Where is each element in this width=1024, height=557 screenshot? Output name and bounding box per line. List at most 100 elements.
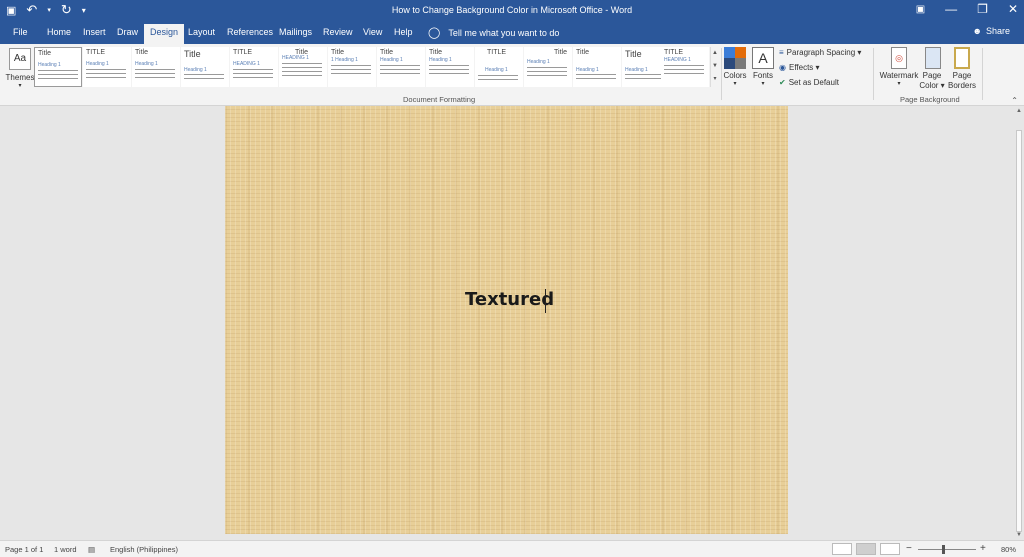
chevron-down-icon: ▾ bbox=[18, 83, 22, 89]
style-set-item[interactable]: Title Heading 1 bbox=[426, 47, 474, 87]
themes-button[interactable]: Aa Themes ▾ bbox=[5, 46, 35, 98]
scroll-up-icon[interactable]: ▲ bbox=[1016, 108, 1022, 114]
colors-icon bbox=[724, 47, 746, 69]
document-text[interactable]: Textured bbox=[465, 289, 554, 310]
check-icon: ✔ bbox=[779, 78, 786, 87]
chevron-down-icon: ▾ bbox=[761, 81, 765, 87]
style-set-title: TITLE bbox=[664, 49, 684, 56]
vertical-scrollbar[interactable]: ▲ ▼ bbox=[1014, 106, 1024, 540]
read-mode-view-button[interactable] bbox=[832, 543, 852, 555]
paragraph-spacing-button[interactable]: ≡ Paragraph Spacing ▾ bbox=[779, 48, 861, 57]
tab-file[interactable]: File bbox=[13, 27, 28, 37]
style-set-title: Title bbox=[331, 49, 344, 56]
tell-me-search[interactable]: ◯ Tell me what you want to do bbox=[428, 26, 559, 39]
ribbon-display-options-icon[interactable]: ▣ bbox=[916, 4, 925, 15]
page-color-icon bbox=[925, 47, 941, 69]
person-icon: ☻ bbox=[972, 26, 982, 36]
print-layout-view-button[interactable] bbox=[856, 543, 876, 555]
style-set-item[interactable]: TITLE HEADING 1 bbox=[661, 47, 709, 87]
style-set-heading: HEADING 1 bbox=[233, 61, 260, 67]
style-set-title: TITLE bbox=[86, 49, 106, 56]
colors-button[interactable]: Colors ▾ bbox=[722, 47, 748, 87]
restore-button[interactable]: ❐ bbox=[977, 2, 988, 16]
tab-design[interactable]: Design bbox=[144, 24, 185, 44]
style-set-item[interactable]: Title Heading 1 bbox=[573, 47, 621, 87]
tab-mailings[interactable]: Mailings bbox=[279, 27, 312, 37]
chevron-down-icon[interactable]: ▼ bbox=[711, 60, 719, 73]
language-indicator[interactable]: English (Philippines) bbox=[110, 545, 178, 554]
tab-help[interactable]: Help bbox=[394, 27, 413, 37]
style-set-heading: Heading 1 bbox=[429, 57, 452, 63]
scroll-thumb[interactable] bbox=[1016, 130, 1022, 532]
style-set-item[interactable]: Title 1 Heading 1 bbox=[328, 47, 376, 87]
fonts-label: Fonts bbox=[752, 71, 773, 80]
style-set-item[interactable]: TITLE Heading 1 bbox=[83, 47, 131, 87]
set-as-default-button[interactable]: ✔ Set as Default bbox=[779, 78, 839, 87]
tab-insert[interactable]: Insert bbox=[83, 27, 106, 37]
watermark-icon: ◎ bbox=[891, 47, 907, 69]
lightbulb-icon: ◯ bbox=[428, 27, 441, 39]
style-set-heading: Heading 1 bbox=[380, 57, 403, 63]
style-set-item[interactable]: Title Heading 1 bbox=[181, 47, 229, 87]
collapse-ribbon-icon[interactable]: ⌃ bbox=[1011, 96, 1018, 105]
share-button[interactable]: ☻ Share bbox=[972, 26, 1010, 36]
zoom-level[interactable]: 80% bbox=[1001, 545, 1016, 554]
page-borders-icon bbox=[954, 47, 970, 69]
style-set-item[interactable]: TITLE Heading 1 bbox=[475, 47, 523, 87]
page-background-label: Page Background bbox=[900, 95, 960, 104]
style-set-title: Title bbox=[554, 49, 567, 56]
style-set-heading: HEADING 1 bbox=[664, 57, 691, 63]
style-set-heading: Heading 1 bbox=[527, 59, 550, 65]
document-page[interactable]: Textured bbox=[225, 106, 788, 534]
web-layout-view-button[interactable] bbox=[880, 543, 900, 555]
tab-references[interactable]: References bbox=[227, 27, 273, 37]
style-set-title: Title bbox=[38, 50, 51, 57]
style-set-heading: HEADING 1 bbox=[282, 55, 309, 61]
tab-view[interactable]: View bbox=[363, 27, 382, 37]
gallery-more-icon[interactable]: ▾ bbox=[711, 73, 719, 86]
page-count[interactable]: Page 1 of 1 bbox=[5, 545, 43, 554]
zoom-out-button[interactable]: − bbox=[906, 543, 912, 554]
title-bar: ▣ ↶ ▾ ↻ ▾ How to Change Background Color… bbox=[0, 0, 1024, 22]
themes-label: Themes bbox=[5, 73, 35, 82]
minimize-button[interactable]: — bbox=[945, 2, 957, 16]
style-set-title: Title bbox=[184, 49, 201, 59]
style-set-title: Title bbox=[429, 49, 442, 56]
tab-layout[interactable]: Layout bbox=[188, 27, 215, 37]
gallery-scroll[interactable]: ▲ ▼ ▾ bbox=[710, 47, 719, 87]
chevron-up-icon[interactable]: ▲ bbox=[711, 47, 719, 60]
style-set-heading: Heading 1 bbox=[625, 67, 648, 73]
zoom-slider[interactable] bbox=[918, 549, 976, 550]
page-color-button[interactable]: Page Color ▾ bbox=[919, 47, 946, 91]
status-bar: Page 1 of 1 1 word ▤ English (Philippine… bbox=[0, 540, 1024, 557]
style-set-title: Title bbox=[135, 49, 148, 56]
word-window: ▣ ↶ ▾ ↻ ▾ How to Change Background Color… bbox=[0, 0, 1024, 557]
fonts-button[interactable]: A Fonts ▾ bbox=[750, 47, 776, 87]
style-set-item[interactable]: Title Heading 1 bbox=[132, 47, 180, 87]
paragraph-spacing-icon: ≡ bbox=[779, 48, 784, 57]
document-area[interactable]: Textured bbox=[0, 106, 1014, 540]
proofing-icon[interactable]: ▤ bbox=[88, 545, 95, 554]
fonts-icon: A bbox=[752, 47, 774, 69]
page-borders-button[interactable]: Page Borders bbox=[948, 47, 976, 91]
watermark-button[interactable]: ◎ Watermark ▾ bbox=[878, 47, 920, 87]
style-set-heading: Heading 1 bbox=[38, 62, 61, 68]
style-set-item[interactable]: Title HEADING 1 bbox=[279, 47, 327, 87]
close-button[interactable]: ✕ bbox=[1008, 2, 1018, 16]
style-set-item[interactable]: TITLE HEADING 1 bbox=[230, 47, 278, 87]
zoom-slider-thumb[interactable] bbox=[942, 545, 945, 554]
colors-label: Colors bbox=[723, 71, 747, 80]
tab-home[interactable]: Home bbox=[47, 27, 71, 37]
style-set-item[interactable]: Title Heading 1 bbox=[377, 47, 425, 87]
scroll-down-icon[interactable]: ▼ bbox=[1016, 532, 1022, 538]
zoom-in-button[interactable]: + bbox=[980, 543, 986, 554]
style-set-item[interactable]: Title Heading 1 bbox=[34, 47, 82, 87]
tab-review[interactable]: Review bbox=[323, 27, 353, 37]
word-count[interactable]: 1 word bbox=[54, 545, 77, 554]
style-set-title: TITLE bbox=[233, 49, 253, 56]
style-set-item[interactable]: Title Heading 1 bbox=[524, 47, 572, 87]
tab-draw[interactable]: Draw bbox=[117, 27, 138, 37]
style-set-title: Title bbox=[380, 49, 393, 56]
effects-button[interactable]: ◉ Effects ▾ bbox=[779, 63, 820, 72]
style-set-heading: Heading 1 bbox=[576, 67, 599, 73]
